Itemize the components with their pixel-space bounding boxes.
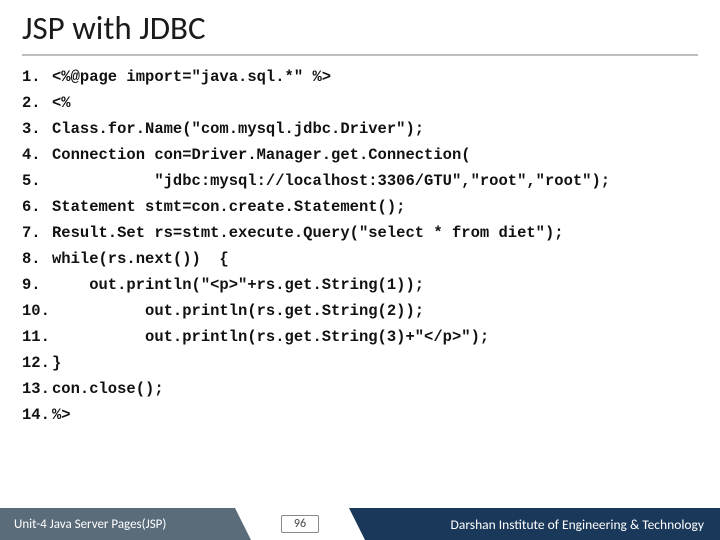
- code-line: 7.Result.Set rs=stmt.execute.Query("sele…: [22, 220, 698, 246]
- line-text: Connection con=Driver.Manager.get.Connec…: [52, 146, 471, 164]
- line-text: }: [52, 354, 61, 372]
- line-text: <%: [52, 94, 71, 112]
- line-text: Result.Set rs=stmt.execute.Query("select…: [52, 224, 564, 242]
- line-number: 2.: [22, 90, 52, 116]
- line-number: 7.: [22, 220, 52, 246]
- line-number: 3.: [22, 116, 52, 142]
- code-line: 5. "jdbc:mysql://localhost:3306/GTU","ro…: [22, 168, 698, 194]
- line-text: while(rs.next()) {: [52, 250, 229, 268]
- code-line: 6.Statement stmt=con.create.Statement();: [22, 194, 698, 220]
- line-text: con.close();: [52, 380, 164, 398]
- line-text: %>: [52, 406, 71, 424]
- page-title: JSP with JDBC: [22, 8, 698, 48]
- footer-left: Unit-4 Java Server Pages(JSP): [0, 508, 235, 540]
- line-number: 4.: [22, 142, 52, 168]
- title-wrap: JSP with JDBC: [0, 0, 720, 52]
- code-block: 1.<%@page import="java.sql.*" %>2.<%3.Cl…: [0, 64, 720, 428]
- line-text: <%@page import="java.sql.*" %>: [52, 68, 331, 86]
- line-text: "jdbc:mysql://localhost:3306/GTU","root"…: [52, 172, 610, 190]
- code-line: 13.con.close();: [22, 376, 698, 402]
- code-line: 11. out.println(rs.get.String(3)+"</p>")…: [22, 324, 698, 350]
- line-number: 1.: [22, 64, 52, 90]
- line-number: 12.: [22, 350, 52, 376]
- title-divider: [22, 54, 698, 56]
- code-line: 10. out.println(rs.get.String(2));: [22, 298, 698, 324]
- line-text: out.println(rs.get.String(3)+"</p>");: [52, 328, 489, 346]
- line-text: Class.for.Name("com.mysql.jdbc.Driver");: [52, 120, 424, 138]
- code-line: 14.%>: [22, 402, 698, 428]
- line-text: Statement stmt=con.create.Statement();: [52, 198, 405, 216]
- code-line: 1.<%@page import="java.sql.*" %>: [22, 64, 698, 90]
- line-number: 13.: [22, 376, 52, 402]
- line-number: 11.: [22, 324, 52, 350]
- footer-mid: 96: [235, 515, 365, 533]
- footer-right: Darshan Institute of Engineering & Techn…: [365, 508, 720, 540]
- code-line: 2.<%: [22, 90, 698, 116]
- code-line: 12.}: [22, 350, 698, 376]
- line-number: 8.: [22, 246, 52, 272]
- code-line: 3.Class.for.Name("com.mysql.jdbc.Driver"…: [22, 116, 698, 142]
- code-line: 8.while(rs.next()) {: [22, 246, 698, 272]
- slide: JSP with JDBC 1.<%@page import="java.sql…: [0, 0, 720, 540]
- code-line: 4.Connection con=Driver.Manager.get.Conn…: [22, 142, 698, 168]
- line-number: 14.: [22, 402, 52, 428]
- code-line: 9. out.println("<p>"+rs.get.String(1));: [22, 272, 698, 298]
- footer: Unit-4 Java Server Pages(JSP) 96 Darshan…: [0, 508, 720, 540]
- page-number: 96: [281, 515, 319, 533]
- line-number: 10.: [22, 298, 52, 324]
- line-number: 5.: [22, 168, 52, 194]
- line-number: 9.: [22, 272, 52, 298]
- line-number: 6.: [22, 194, 52, 220]
- line-text: out.println(rs.get.String(2));: [52, 302, 424, 320]
- line-text: out.println("<p>"+rs.get.String(1));: [52, 276, 424, 294]
